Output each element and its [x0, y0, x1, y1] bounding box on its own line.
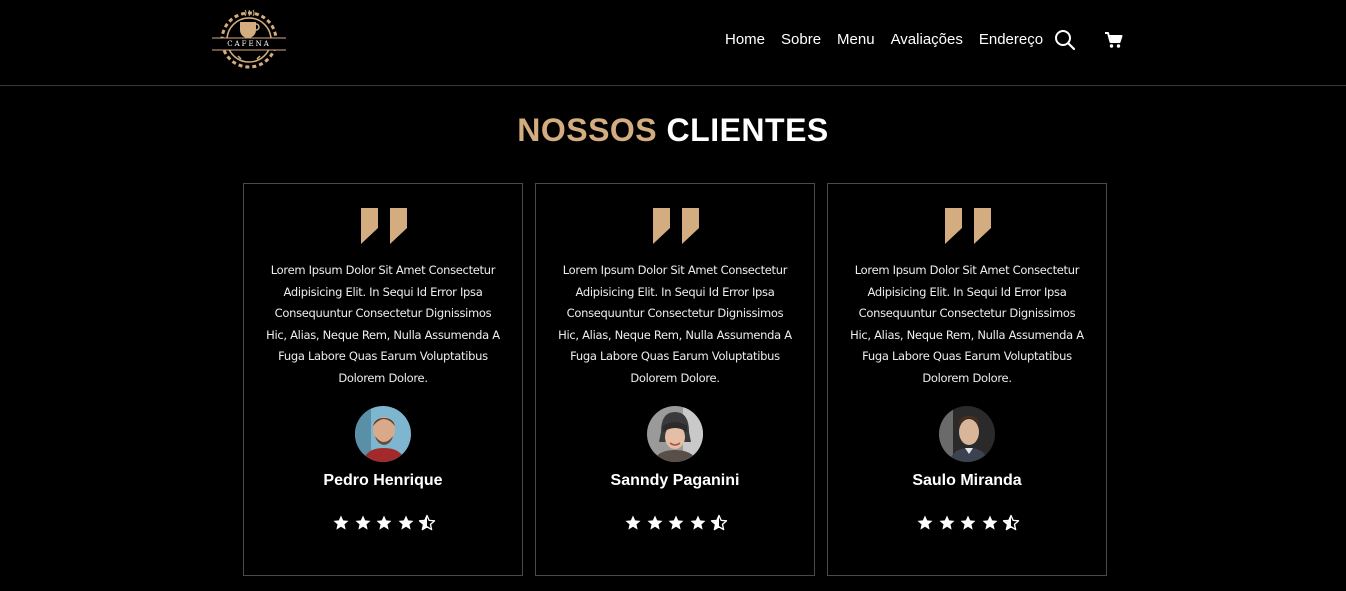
customer-name: Sanndy Paganini	[610, 472, 740, 489]
logo-text: CAFENA	[227, 40, 271, 48]
nav-endereco[interactable]: Endereço	[979, 30, 1043, 50]
testimonial-card: Lorem Ipsum Dolor Sit Amet Consectetur A…	[243, 183, 523, 576]
star-icon	[939, 515, 954, 530]
star-icon	[668, 515, 684, 530]
testimonial-card: Lorem Ipsum Dolor Sit Amet Consectetur A…	[535, 183, 815, 576]
site-header: CAFENA Home Sobre Menu Avaliações Endere…	[0, 0, 1346, 86]
star-icon	[376, 515, 392, 530]
avatar	[647, 406, 703, 462]
testimonial-text: Lorem Ipsum Dolor Sit Amet Consectetur A…	[558, 263, 792, 385]
nav-sobre[interactable]: Sobre	[781, 30, 821, 50]
star-icon	[647, 515, 662, 530]
main-nav: Home Sobre Menu Avaliações Endereço	[725, 30, 1123, 51]
section-title: NOSSOS CLIENTES	[0, 112, 1346, 149]
title-accent: NOSSOS	[517, 112, 658, 148]
star-half-icon	[710, 514, 728, 531]
nav-avaliacoes[interactable]: Avaliações	[891, 30, 963, 50]
avatar	[355, 406, 411, 462]
star-icon	[960, 515, 976, 530]
quote-icon	[361, 208, 407, 244]
star-icon	[917, 515, 933, 530]
star-icon	[690, 515, 705, 530]
nav-menu[interactable]: Menu	[837, 30, 875, 50]
star-half-icon	[418, 514, 436, 531]
nav-home[interactable]: Home	[725, 30, 765, 50]
cart-icon[interactable]	[1102, 28, 1126, 52]
title-main: CLIENTES	[666, 112, 829, 148]
testimonial-text: Lorem Ipsum Dolor Sit Amet Consectetur A…	[850, 263, 1084, 385]
testimonial-card: Lorem Ipsum Dolor Sit Amet Consectetur A…	[827, 183, 1107, 576]
star-icon	[333, 515, 349, 530]
star-half-icon	[1002, 514, 1020, 531]
quote-icon	[653, 208, 699, 244]
star-rating	[624, 514, 728, 534]
avatar	[939, 406, 995, 462]
star-rating	[332, 514, 436, 534]
star-rating	[916, 514, 1020, 534]
star-icon	[398, 515, 413, 530]
search-icon[interactable]	[1053, 28, 1077, 52]
star-icon	[355, 515, 370, 530]
quote-icon	[945, 208, 991, 244]
star-icon	[625, 515, 641, 530]
star-icon	[982, 515, 997, 530]
customer-name: Saulo Miranda	[912, 472, 1022, 489]
testimonial-text: Lorem Ipsum Dolor Sit Amet Consectetur A…	[266, 263, 500, 385]
cafena-logo[interactable]: CAFENA	[208, 6, 290, 72]
customer-name: Pedro Henrique	[323, 472, 443, 489]
